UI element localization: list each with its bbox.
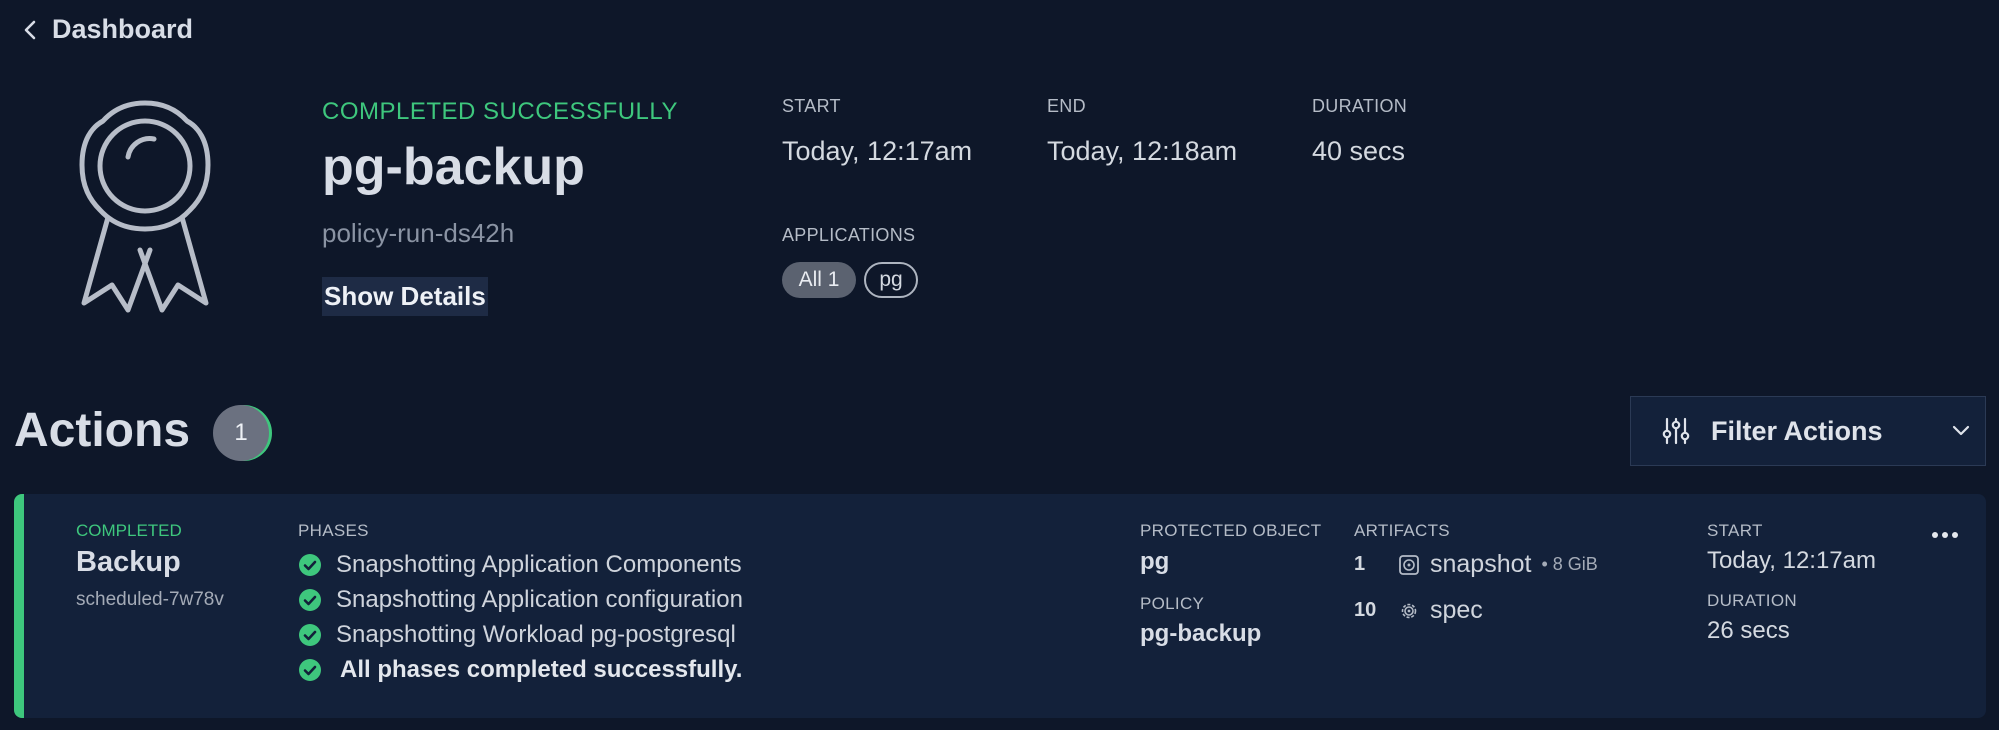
artifact-row-snapshot[interactable]: 1 snapshot • 8 GiB bbox=[1354, 550, 1598, 579]
action-id: scheduled-7w78v bbox=[76, 589, 224, 610]
page-title: pg-backup bbox=[322, 138, 585, 196]
phase-label: Snapshotting Workload pg-postgresql bbox=[336, 621, 736, 648]
sliders-icon bbox=[1662, 417, 1690, 445]
phases-label: PHASES bbox=[298, 521, 369, 540]
phase-item: Snapshotting Workload pg-postgresql bbox=[298, 621, 736, 649]
phase-summary-label: All phases completed successfully. bbox=[340, 656, 743, 683]
applications-label: APPLICATIONS bbox=[782, 225, 916, 245]
start-value: Today, 12:17am bbox=[782, 136, 973, 166]
artifacts-label: ARTIFACTS bbox=[1354, 521, 1450, 540]
award-badge-icon bbox=[79, 100, 211, 313]
disk-icon bbox=[1399, 554, 1419, 575]
action-status: COMPLETED bbox=[76, 521, 182, 540]
phase-item: Snapshotting Application configuration bbox=[298, 586, 743, 614]
action-start-label: START bbox=[1707, 521, 1763, 540]
protected-object-value: pg bbox=[1140, 548, 1170, 575]
run-status: COMPLETED SUCCESSFULLY bbox=[322, 98, 678, 125]
artifact-name: snapshot bbox=[1430, 550, 1532, 578]
actions-count-badge: 1 bbox=[213, 405, 269, 461]
chevron-left-icon bbox=[24, 20, 36, 39]
start-label: START bbox=[782, 96, 841, 116]
check-circle-icon bbox=[299, 659, 321, 681]
artifact-name: spec bbox=[1430, 596, 1483, 624]
artifact-count: 1 bbox=[1354, 553, 1366, 575]
action-name: Backup bbox=[76, 546, 181, 578]
more-options-icon[interactable] bbox=[1932, 532, 1958, 538]
end-label: END bbox=[1047, 96, 1086, 116]
duration-label: DURATION bbox=[1312, 96, 1408, 116]
artifact-size: • 8 GiB bbox=[1541, 554, 1598, 574]
check-circle-icon bbox=[299, 554, 321, 576]
phase-label: Snapshotting Application configuration bbox=[336, 586, 743, 613]
check-circle-icon bbox=[299, 589, 321, 611]
actions-heading: Actions bbox=[14, 404, 191, 457]
action-duration-value: 26 secs bbox=[1707, 617, 1790, 644]
end-value: Today, 12:18am bbox=[1047, 136, 1238, 166]
back-label: Dashboard bbox=[52, 14, 194, 44]
action-start-value: Today, 12:17am bbox=[1707, 547, 1876, 574]
phase-label: Snapshotting Application Components bbox=[336, 551, 742, 578]
application-filter-all[interactable]: All 1 bbox=[782, 262, 856, 298]
policy-value[interactable]: pg-backup bbox=[1140, 620, 1261, 648]
protected-object-label: PROTECTED OBJECT bbox=[1140, 521, 1322, 540]
filter-actions-dropdown[interactable]: Filter Actions bbox=[1630, 396, 1986, 466]
filter-actions-label: Filter Actions bbox=[1711, 415, 1883, 446]
show-details-button[interactable]: Show Details bbox=[322, 277, 488, 316]
policy-label: POLICY bbox=[1140, 594, 1205, 613]
artifact-row-spec[interactable]: 10 spec bbox=[1354, 596, 1483, 625]
action-card: COMPLETED Backup scheduled-7w78v PHASES … bbox=[14, 494, 1986, 718]
artifact-count: 10 bbox=[1354, 599, 1377, 621]
chevron-down-icon bbox=[1952, 425, 1970, 436]
phase-item: Snapshotting Application Components bbox=[298, 551, 742, 579]
page: Dashboard COMPLETED SUCCESSFULLY pg-back… bbox=[0, 0, 1999, 730]
gear-icon bbox=[1401, 603, 1417, 618]
application-filter-pg[interactable]: pg bbox=[864, 262, 918, 298]
phase-summary: All phases completed successfully. bbox=[298, 656, 742, 684]
back-link[interactable]: Dashboard bbox=[22, 14, 193, 45]
check-circle-icon bbox=[299, 624, 321, 646]
action-duration-label: DURATION bbox=[1707, 591, 1797, 610]
run-id: policy-run-ds42h bbox=[322, 218, 515, 248]
duration-value: 40 secs bbox=[1312, 136, 1406, 166]
